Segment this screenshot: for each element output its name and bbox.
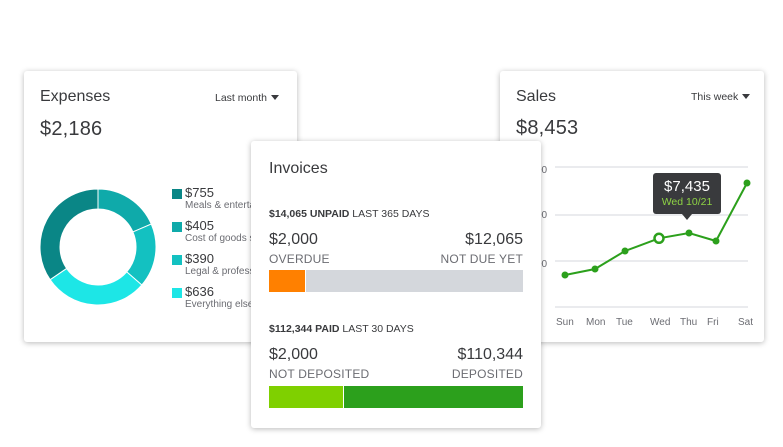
legend-amount: $636	[185, 284, 214, 299]
sales-tooltip: $7,435 Wed 10/21	[653, 173, 721, 220]
expenses-title: Expenses	[40, 88, 111, 105]
deposited-amount: $110,344	[457, 346, 523, 363]
x-tick-label: Tue	[616, 317, 633, 328]
tooltip-date: Wed 10/21	[661, 196, 713, 208]
invoices-title: Invoices	[269, 160, 328, 177]
not-deposited-amount: $2,000	[269, 346, 318, 363]
unpaid-summary-amount: $14,065 UNPAID	[269, 208, 350, 220]
x-tick-label: Fri	[707, 317, 719, 328]
chevron-down-icon	[270, 95, 279, 100]
deposited-bar[interactable]	[344, 386, 523, 408]
x-tick-label: Sat	[738, 317, 754, 328]
unpaid-summary: $14,065 UNPAID LAST 365 DAYS	[269, 208, 430, 220]
donut-slice[interactable]	[39, 188, 99, 281]
paid-summary-period: LAST 30 DAYS	[342, 323, 414, 335]
expenses-total: $2,186	[40, 118, 103, 140]
sales-data-point[interactable]	[591, 265, 599, 273]
legend-amount: $405	[185, 218, 214, 233]
legend-swatch	[172, 255, 182, 265]
sales-data-point[interactable]	[621, 247, 629, 255]
not-due-yet-label: NOT DUE YET	[440, 252, 523, 266]
legend-amount: $390	[185, 251, 214, 266]
expenses-donut-chart[interactable]	[38, 187, 158, 307]
x-tick-label: Thu	[680, 317, 698, 328]
donut-slice[interactable]	[97, 188, 152, 233]
not-due-yet-amount: $12,065	[465, 231, 523, 248]
not-deposited-label: NOT DEPOSITED	[269, 367, 370, 381]
unpaid-summary-period: LAST 365 DAYS	[352, 208, 430, 220]
overdue-bar[interactable]	[269, 270, 305, 292]
x-tick-label: Mon	[586, 317, 606, 328]
sales-data-point[interactable]	[685, 229, 693, 237]
donut-slice[interactable]	[49, 267, 143, 306]
tooltip-amount: $7,435	[664, 178, 710, 195]
legend-label: Everything else	[185, 299, 254, 310]
x-tick-label: Wed	[650, 317, 671, 328]
overdue-amount: $2,000	[269, 231, 318, 248]
overdue-label: OVERDUE	[269, 252, 330, 266]
sales-data-point[interactable]	[561, 271, 569, 279]
not-deposited-bar[interactable]	[269, 386, 343, 408]
legend-swatch	[172, 222, 182, 232]
sales-data-point[interactable]	[712, 237, 720, 245]
expenses-range-label: Last month	[215, 92, 267, 104]
invoices-card[interactable]: Invoices $14,065 UNPAID LAST 365 DAYS $2…	[251, 141, 541, 428]
paid-summary-amount: $112,344 PAID	[269, 323, 340, 335]
sales-data-point[interactable]	[653, 232, 665, 245]
deposited-label: DEPOSITED	[451, 367, 523, 381]
sales-data-point[interactable]	[743, 179, 751, 187]
legend-swatch	[172, 288, 182, 298]
expenses-range-dropdown[interactable]: Last month	[215, 92, 279, 104]
x-tick-label: Sun	[556, 317, 574, 328]
not-due-yet-bar[interactable]	[306, 270, 523, 292]
legend-swatch	[172, 189, 182, 199]
paid-summary: $112,344 PAID LAST 30 DAYS	[269, 323, 414, 335]
legend-amount: $755	[185, 185, 214, 200]
